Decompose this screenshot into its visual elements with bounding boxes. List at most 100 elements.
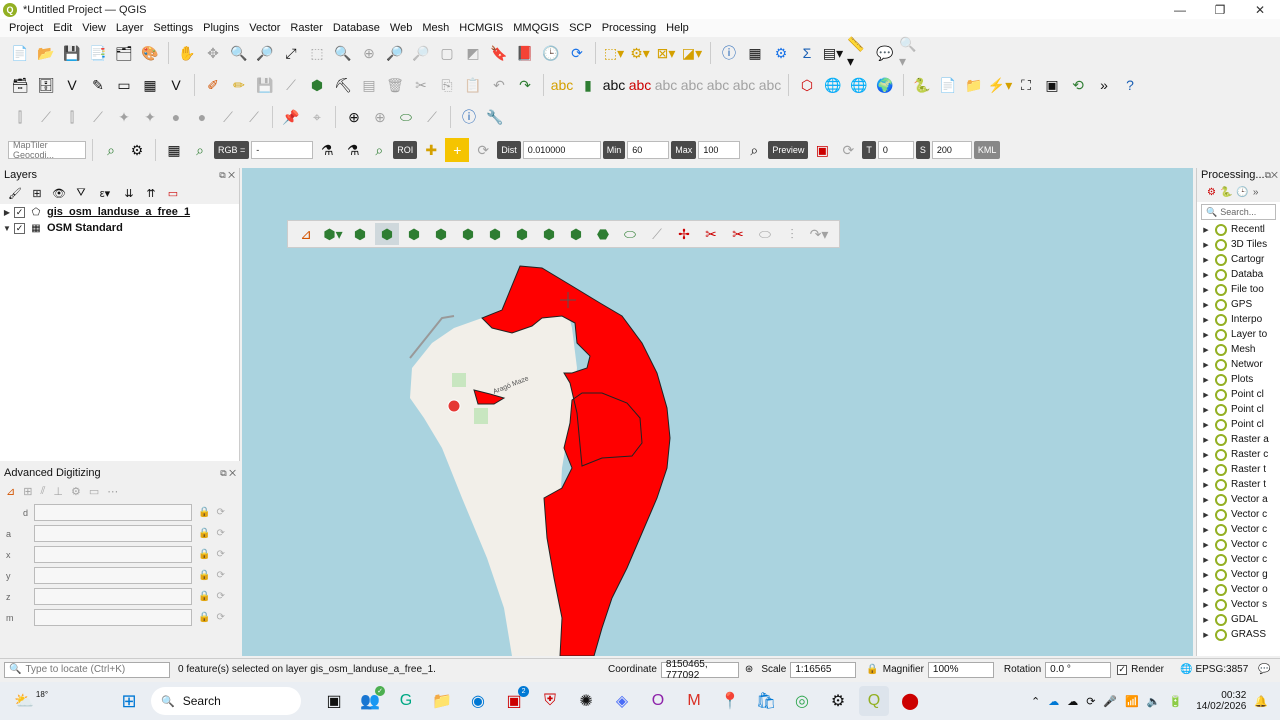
delete-ring-icon[interactable]: ⬢ [402,223,426,245]
lock-icon[interactable]: 🔒 [198,612,210,623]
zoom-out-icon[interactable]: 🔎 [253,41,277,65]
style-manager-icon[interactable]: 🎨 [138,41,162,65]
minimize-button[interactable]: — [1160,0,1200,19]
split-features-icon[interactable]: ⬢ [510,223,534,245]
data-source-manager-icon[interactable]: 🗃 [8,73,32,97]
expand-arrow-icon[interactable]: ▶ [1197,571,1215,579]
magnifier-field[interactable]: 100% [927,661,994,678]
expand-arrow-icon[interactable]: ▶ [1197,241,1215,249]
scale-feature-icon[interactable]: ⫶ [780,223,804,245]
expand-arrow-icon[interactable]: ▶ [1197,226,1215,234]
construction-mode-icon[interactable]: ⊞ [23,485,32,498]
zoom-last-icon[interactable]: 🔎 [383,41,407,65]
taskbar-search-box[interactable]: 🔍 Search [151,687,302,715]
select-features-icon[interactable]: ⬚▾ [602,41,626,65]
crosshair-icon[interactable]: ⌖ [305,105,329,129]
processing-tree-item[interactable]: ▶ Point cl [1197,387,1280,402]
relative-icon[interactable]: ⟳ [216,591,224,602]
grammarly-icon[interactable]: G [391,686,421,716]
filter-expression-icon[interactable]: ε▾ [94,184,116,202]
close-button[interactable]: ✕ [1240,0,1280,19]
scp-sync-icon[interactable]: ⟲ [1066,73,1090,97]
perpendicular-icon[interactable]: ⊥ [53,485,63,498]
expand-arrow-icon[interactable]: ▶ [1197,406,1215,414]
panel-close-icon[interactable]: ⧉ ✕ [220,468,236,479]
new-memory-layer-icon[interactable]: ▭ [112,73,136,97]
processing-tree-item[interactable]: ▶ Vector a [1197,492,1280,507]
zoom-to-selection-icon[interactable]: ⬚ [305,41,329,65]
scripts-icon[interactable]: 🐍 [1220,187,1232,198]
digitize-tool-2-icon[interactable]: ⟋ [34,105,58,129]
digitize-tool-1-icon[interactable]: ⫿ [8,105,32,129]
select-location-icon[interactable]: ◪▾ [680,41,704,65]
processing-tree-item[interactable]: ▶ Raster a [1197,432,1280,447]
lock-icon[interactable]: 🔒 [198,570,210,581]
menu-hcmgis[interactable]: HCMGIS [454,22,508,34]
store-icon[interactable]: 🛍 [751,686,781,716]
processing-tree-item[interactable]: ▶ GDAL [1197,612,1280,627]
expand-arrow-icon[interactable]: ▶ [1197,556,1215,564]
scp-zoom-preview-icon[interactable]: ⌕ [742,138,766,162]
copy-features-icon[interactable]: ⎘ [435,73,459,97]
kml-button[interactable]: KML [973,141,1001,159]
digitize-tool-9-icon[interactable]: ⟋ [216,105,240,129]
georeferencer-icon[interactable]: 📌 [279,105,303,129]
rotate-label-icon[interactable]: abc [706,73,730,97]
move-label-icon[interactable]: abc [680,73,704,97]
processing-tree-item[interactable]: ▶ GPS [1197,297,1280,312]
layer-item[interactable]: ▼ ✓ ▦ OSM Standard [0,220,239,236]
processing-tree-item[interactable]: ▶ Vector c [1197,522,1280,537]
delete-selected-icon[interactable]: 🗑 [383,73,407,97]
processing-tree-item[interactable]: ▶ Point cl [1197,417,1280,432]
expand-arrow-icon[interactable]: ▶ [1197,286,1215,294]
layout-manager-icon[interactable]: 🗂 [112,41,136,65]
snap-icon[interactable]: ⋯ [107,485,118,498]
locate-input[interactable]: 🔍 Type to locate (Ctrl+K) [4,661,170,678]
layer-item[interactable]: ▶ ✓ ⬠ gis_osm_landuse_a_free_1 [0,204,239,220]
zoom-to-layer-icon[interactable]: 🔍 [331,41,355,65]
processing-tree-item[interactable]: ▶ Vector o [1197,582,1280,597]
delete-part-icon[interactable]: ⬢ [429,223,453,245]
copy-move-icon[interactable]: ⬭ [753,223,777,245]
settings-icon[interactable]: ⚙ [823,686,853,716]
menu-web[interactable]: Web [385,22,417,34]
toggle-extents-icon[interactable]: ⊛ [745,664,753,675]
change-label-icon[interactable]: abc [732,73,756,97]
processing-tree-item[interactable]: ▶ Plots [1197,372,1280,387]
max-input[interactable]: 100 [698,141,741,159]
processing-tree-item[interactable]: ▶ Vector c [1197,537,1280,552]
scp-classification-icon[interactable]: ▣ [810,138,834,162]
deselect-icon[interactable]: ⊠▾ [654,41,678,65]
polygon-shape-icon[interactable]: ⬡ [795,73,819,97]
dist-input[interactable]: 0.010000 [522,141,601,159]
measure-line-icon[interactable]: 📏▾ [847,36,871,69]
s-input[interactable]: 200 [931,141,972,159]
scp-tool-icon[interactable]: ⛶ [1014,73,1038,97]
expand-arrow-icon[interactable]: ▶ [1197,541,1215,549]
zoom-in-icon[interactable]: 🔍 [227,41,251,65]
statistical-summary-icon[interactable]: Σ [795,41,819,65]
processing-tree-item[interactable]: ▶ Raster c [1197,447,1280,462]
scale-field[interactable]: 1:16565 [790,661,857,678]
pan-map-icon[interactable]: ✋ [175,41,199,65]
select-by-value-icon[interactable]: ⚙▾ [628,41,652,65]
add-raster-layer-icon[interactable]: ▦ [138,73,162,97]
opera-icon[interactable]: O [643,686,673,716]
identify-features-icon[interactable]: ⓘ [717,41,741,65]
folder-plugin-icon[interactable]: 📁 [962,73,986,97]
attribute-table-icon[interactable]: ▤▾ [821,41,845,65]
crs-globe-icon[interactable]: 🌐 [1180,664,1192,675]
highlight-label-icon[interactable]: abc [602,73,626,97]
gmail-icon[interactable]: M [679,686,709,716]
more-icon[interactable]: » [1253,187,1259,198]
lock-icon[interactable]: 🔒 [198,549,210,560]
modify-attributes-icon[interactable]: ▤ [357,73,381,97]
rgb-select[interactable]: - [251,141,314,159]
expand-arrow-icon[interactable]: ▶ [1197,316,1215,324]
save-project-icon[interactable]: 💾 [60,41,84,65]
expand-arrow-icon[interactable]: ▶ [1197,391,1215,399]
menu-processing[interactable]: Processing [597,22,661,34]
toolbar-more-icon[interactable]: » [1092,73,1116,97]
expand-arrow-icon[interactable]: ▶ [1197,256,1215,264]
new-bookmark-icon[interactable]: 🔖 [487,41,511,65]
